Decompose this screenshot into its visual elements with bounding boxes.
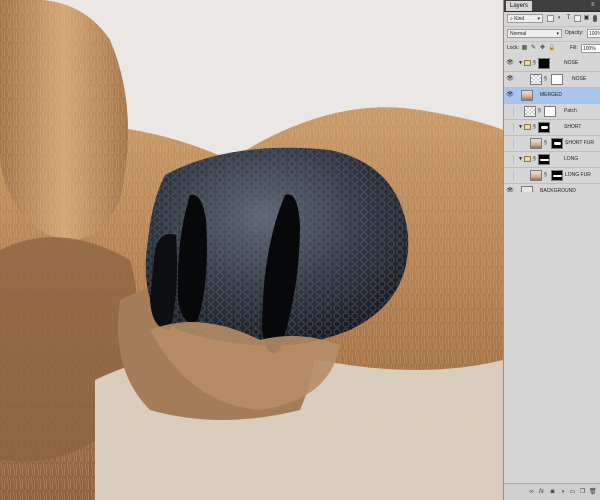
- eye-icon[interactable]: 👁: [506, 76, 514, 83]
- filter-toggle[interactable]: [593, 15, 597, 22]
- disclosure-triangle-icon[interactable]: ▼: [518, 124, 523, 130]
- adjustment-layer-icon[interactable]: ◑: [559, 489, 566, 496]
- layers-panel: Layers ≡ ⌕ Kind ▾ ◐ T ▣ Normal ▾ Opacity…: [503, 0, 600, 500]
- chevron-down-icon: ▾: [537, 16, 540, 22]
- layer-list-empty-area: [504, 192, 600, 482]
- layer-name: NOSE: [564, 60, 579, 66]
- visibility-toggle[interactable]: [506, 171, 514, 180]
- layer-row[interactable]: § LONG FUR: [504, 168, 600, 184]
- layer-row[interactable]: ▼ § SHORT: [504, 120, 600, 136]
- layer-thumbnail[interactable]: [521, 90, 533, 101]
- document-canvas[interactable]: [0, 0, 503, 500]
- fur-nose-artwork: [0, 0, 503, 500]
- eye-icon[interactable]: 👁: [506, 92, 514, 99]
- disclosure-triangle-icon[interactable]: ▼: [518, 156, 523, 162]
- layer-mask-thumbnail[interactable]: [538, 122, 550, 133]
- link-icon: §: [544, 140, 547, 146]
- layer-row[interactable]: § SHORT FUR: [504, 136, 600, 152]
- fx-icon[interactable]: fx: [538, 489, 545, 496]
- folder-icon: [524, 60, 531, 66]
- link-icon: §: [533, 60, 536, 66]
- new-layer-icon[interactable]: ❐: [579, 489, 586, 496]
- layer-name: MERGED: [540, 92, 562, 98]
- fill-label: Fill:: [570, 45, 578, 51]
- layer-name: SHORT: [564, 124, 582, 130]
- link-icon: §: [538, 108, 541, 114]
- layer-row[interactable]: 👁 ▼ § NOSE: [504, 56, 600, 72]
- layer-thumbnail[interactable]: [530, 74, 542, 85]
- layer-thumbnail[interactable]: [530, 138, 542, 149]
- filter-row: ⌕ Kind ▾ ◐ T ▣: [504, 12, 600, 27]
- link-icon: §: [544, 76, 547, 82]
- lock-image-icon[interactable]: ✎: [530, 45, 537, 52]
- filter-smart-object-icon[interactable]: ▣: [583, 15, 590, 22]
- lock-row: Lock: ▦ ✎ ✥ 🔒 Fill: 100%: [504, 42, 600, 57]
- delete-layer-icon[interactable]: 🗑: [589, 489, 597, 496]
- fill-field[interactable]: 100%: [581, 44, 600, 53]
- layer-row-selected[interactable]: 👁 MERGED: [504, 88, 600, 104]
- filter-adjustment-icon[interactable]: ◐: [556, 15, 563, 22]
- lock-all-icon[interactable]: 🔒: [548, 45, 555, 52]
- filter-shape-icon[interactable]: [574, 15, 581, 22]
- link-layers-icon[interactable]: ∞: [528, 489, 535, 496]
- visibility-toggle[interactable]: [506, 123, 514, 132]
- disclosure-triangle-icon[interactable]: ▼: [518, 60, 523, 66]
- layer-name: NOSE: [572, 76, 587, 82]
- lock-label: Lock:: [507, 45, 519, 51]
- folder-icon: [524, 156, 531, 162]
- panel-menu-icon[interactable]: ≡: [591, 2, 597, 8]
- layer-mask-thumbnail[interactable]: [538, 58, 550, 69]
- layer-thumbnail[interactable]: [530, 170, 542, 181]
- add-mask-icon[interactable]: ◙: [549, 489, 556, 496]
- layer-mask-thumbnail[interactable]: [551, 170, 563, 181]
- chevron-down-icon: ▾: [556, 31, 559, 37]
- layer-row[interactable]: § Patch: [504, 104, 600, 120]
- filter-type-icon[interactable]: T: [565, 15, 572, 22]
- opacity-field[interactable]: 100%: [587, 29, 600, 38]
- visibility-toggle[interactable]: [506, 107, 514, 116]
- blend-row: Normal ▾ Opacity: 100%: [504, 27, 600, 42]
- layer-mask-thumbnail[interactable]: [538, 154, 550, 165]
- panel-tab-bar: Layers ≡: [504, 0, 600, 12]
- visibility-toggle[interactable]: [506, 139, 514, 148]
- eye-icon[interactable]: 👁: [506, 60, 514, 67]
- layer-name: Patch: [564, 108, 577, 114]
- layer-name: LONG FUR: [565, 172, 591, 178]
- panel-bottom-bar: ∞ fx ◙ ◑ ▭ ❐ 🗑: [504, 483, 600, 500]
- search-icon: ⌕: [510, 16, 513, 22]
- link-icon: §: [544, 172, 547, 178]
- layer-mask-thumbnail[interactable]: [551, 74, 563, 85]
- link-icon: §: [533, 124, 536, 130]
- visibility-toggle[interactable]: [506, 155, 514, 164]
- blend-mode-value: Normal: [510, 31, 527, 37]
- lock-position-icon[interactable]: ✥: [539, 45, 546, 52]
- filter-pixel-icon[interactable]: [547, 15, 554, 22]
- layer-name: LONG: [564, 156, 579, 162]
- layer-list: 👁 ▼ § NOSE 👁 § NOSE 👁 MERGED § Patch ▼ §…: [504, 56, 600, 200]
- layer-mask-thumbnail[interactable]: [544, 106, 556, 117]
- layer-row[interactable]: ▼ § LONG: [504, 152, 600, 168]
- tab-layers[interactable]: Layers: [506, 1, 533, 11]
- layer-row[interactable]: 👁 § NOSE: [504, 72, 600, 88]
- link-icon: §: [533, 156, 536, 162]
- layer-name: SHORT FUR: [565, 140, 594, 146]
- blend-mode-dropdown[interactable]: Normal ▾: [507, 29, 562, 38]
- layer-thumbnail[interactable]: [524, 106, 536, 117]
- opacity-label: Opacity:: [565, 30, 584, 36]
- kind-filter-label: Kind: [514, 16, 525, 22]
- new-group-icon[interactable]: ▭: [569, 489, 576, 496]
- lock-transparent-icon[interactable]: ▦: [521, 45, 528, 52]
- folder-icon: [524, 124, 531, 130]
- kind-filter-dropdown[interactable]: ⌕ Kind ▾: [507, 14, 543, 23]
- layer-mask-thumbnail[interactable]: [551, 138, 563, 149]
